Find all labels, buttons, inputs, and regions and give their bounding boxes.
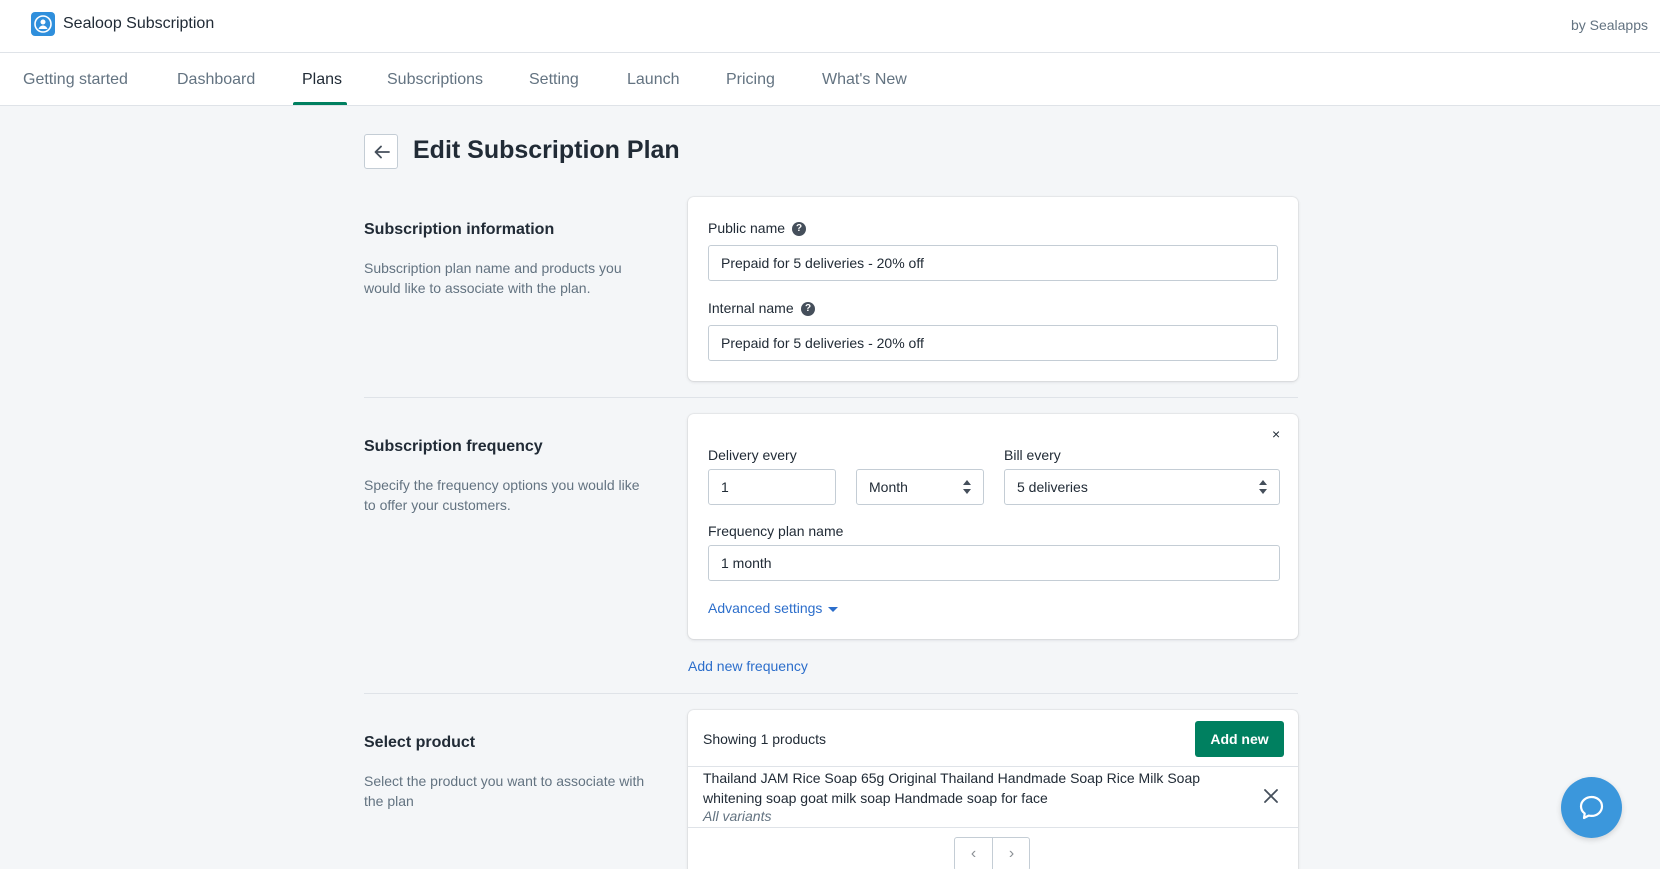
app-logo-icon — [31, 12, 55, 36]
frequency-plan-name-label: Frequency plan name — [708, 523, 844, 539]
public-name-label: Public name — [708, 220, 786, 236]
bill-every-value: 5 deliveries — [1017, 479, 1088, 495]
row-divider — [688, 766, 1298, 767]
add-new-product-button[interactable]: Add new — [1195, 721, 1284, 757]
tab-dashboard[interactable]: Dashboard — [177, 53, 255, 106]
tab-launch[interactable]: Launch — [627, 53, 680, 106]
frequency-card: × Delivery every 1 Month Bill every 5 de… — [688, 414, 1298, 639]
tab-plans[interactable]: Plans — [302, 53, 342, 106]
next-page-button[interactable]: › — [993, 838, 1030, 869]
delivery-every-label: Delivery every — [708, 447, 797, 463]
section-divider — [364, 693, 1298, 694]
delivery-unit-value: Month — [869, 479, 908, 495]
bill-every-select[interactable]: 5 deliveries — [1004, 469, 1280, 505]
chat-bubble-icon — [1579, 795, 1604, 820]
tab-setting[interactable]: Setting — [529, 53, 579, 106]
section-description-frequency: Specify the frequency options you would … — [364, 477, 640, 513]
delivery-interval-input[interactable]: 1 — [708, 469, 836, 505]
add-new-frequency-link[interactable]: Add new frequency — [688, 658, 808, 674]
section-description-product: Select the product you want to associate… — [364, 773, 645, 809]
remove-product-close-icon[interactable] — [1263, 788, 1279, 804]
showing-products-count: Showing 1 products — [703, 731, 826, 747]
delivery-unit-select[interactable]: Month — [856, 469, 984, 505]
product-card: Showing 1 products Add new Thailand JAM … — [688, 710, 1298, 869]
advanced-settings-label: Advanced settings — [708, 600, 823, 616]
back-button[interactable] — [364, 134, 398, 169]
app-header: Sealoop Subscription by Sealapps — [0, 0, 1660, 53]
tab-subscriptions[interactable]: Subscriptions — [387, 53, 483, 106]
question-circle-icon[interactable]: ? — [792, 222, 806, 236]
row-divider — [688, 827, 1298, 828]
section-divider — [364, 397, 1298, 398]
section-description-information: Subscription plan name and products you … — [364, 260, 622, 296]
section-title-frequency: Subscription frequency — [364, 438, 543, 455]
caret-down-icon — [828, 606, 839, 612]
advanced-settings-link[interactable]: Advanced settings — [708, 600, 839, 616]
tab-whats-new[interactable]: What's New — [822, 53, 907, 106]
tab-getting-started[interactable]: Getting started — [23, 53, 128, 106]
select-arrows-icon — [963, 480, 971, 494]
tab-pricing[interactable]: Pricing — [726, 53, 775, 106]
active-tab-indicator — [293, 102, 347, 105]
bill-every-label: Bill every — [1004, 447, 1061, 463]
page-title: Edit Subscription Plan — [413, 136, 680, 164]
remove-frequency-close-icon[interactable]: × — [1272, 426, 1280, 442]
pagination: ‹ › — [954, 837, 1030, 869]
frequency-plan-name-input[interactable]: 1 month — [708, 545, 1280, 581]
public-name-input[interactable]: Prepaid for 5 deliveries - 20% off — [708, 245, 1278, 281]
section-title-product: Select product — [364, 734, 476, 751]
app-name: Sealoop Subscription — [63, 15, 215, 32]
subscription-information-card: Public name ? Prepaid for 5 deliveries -… — [688, 197, 1298, 381]
product-variants: All variants — [703, 808, 772, 824]
section-title-information: Subscription information — [364, 221, 555, 238]
internal-name-input[interactable]: Prepaid for 5 deliveries - 20% off — [708, 325, 1278, 361]
select-arrows-icon — [1259, 480, 1267, 494]
chat-launcher-button[interactable] — [1561, 777, 1622, 838]
product-title: Thailand JAM Rice Soap 65g Original Thai… — [703, 770, 1201, 806]
app-byline[interactable]: by Sealapps — [1571, 17, 1648, 33]
question-circle-icon[interactable]: ? — [801, 302, 815, 316]
internal-name-label: Internal name — [708, 300, 794, 316]
previous-page-button[interactable]: ‹ — [955, 838, 992, 869]
arrow-left-icon — [374, 145, 390, 159]
main-nav: Getting started Dashboard Plans Subscrip… — [0, 53, 1660, 106]
